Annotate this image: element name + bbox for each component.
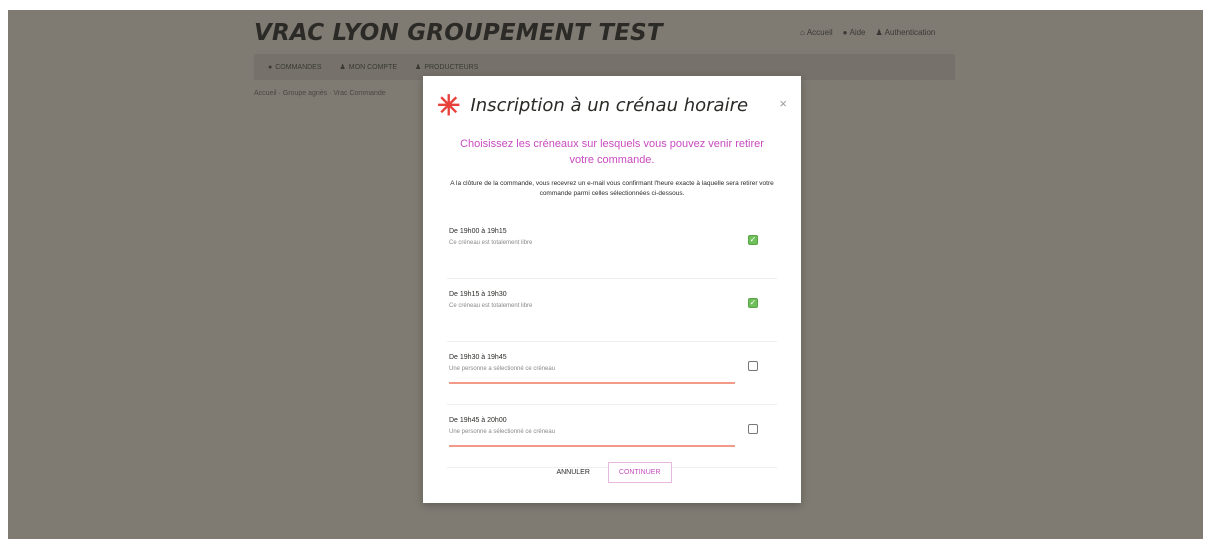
- top-links: ⌂ Accueil ● Aide ♟ Authentication: [800, 28, 935, 37]
- slot-checkbox[interactable]: [748, 424, 758, 434]
- slot-item: De 19h15 à 19h30 Ce créneau est totaleme…: [447, 279, 777, 342]
- nav-item-commandes[interactable]: ● COMMANDES: [268, 64, 322, 71]
- slot-info: Une personne a sélectionné ce créneau: [449, 366, 556, 372]
- top-link-help[interactable]: ● Aide: [843, 28, 866, 37]
- slot-progress: [449, 382, 735, 384]
- modal-intro: A la clôture de la commande, vous recevr…: [450, 180, 774, 197]
- cart-icon: ●: [268, 63, 273, 71]
- modal-header: ✳ Inscription à un crénau horaire ×: [437, 90, 787, 120]
- slot-time: De 19h30 à 19h45: [449, 354, 507, 361]
- user-icon: ♟: [339, 64, 346, 71]
- slot-item: De 19h30 à 19h45 Une personne a sélectio…: [447, 342, 777, 405]
- site-title: VRAC LYON GROUPEMENT TEST: [254, 20, 663, 46]
- nav-item-mon-compte[interactable]: ♟ MON COMPTE: [340, 63, 398, 71]
- slot-info: Ce créneau est totalement libre: [449, 303, 533, 309]
- asterisk-icon: ✳: [437, 90, 461, 121]
- slot-checkbox[interactable]: [748, 361, 758, 371]
- slot-info: Une personne a sélectionné ce créneau: [449, 429, 556, 435]
- top-link-auth[interactable]: ♟ Authentication: [876, 28, 936, 37]
- slot-progress: [449, 445, 735, 447]
- timeslot-modal: ✳ Inscription à un crénau horaire × Choi…: [423, 76, 801, 503]
- user-icon: ♟: [875, 28, 883, 37]
- slot-checkbox[interactable]: [748, 235, 758, 245]
- continue-button[interactable]: CONTINUER: [607, 462, 672, 483]
- close-icon[interactable]: ×: [779, 96, 787, 111]
- slot-info: Ce créneau est totalement libre: [449, 240, 533, 246]
- modal-subtitle: Choisissez les créneaux sur lesquels vou…: [460, 138, 764, 166]
- slot-list: De 19h00 à 19h15 Ce créneau est totaleme…: [447, 216, 777, 468]
- slot-item: De 19h00 à 19h15 Ce créneau est totaleme…: [447, 216, 777, 279]
- modal-footer: ANNULER CONTINUER: [423, 462, 801, 483]
- slot-checkbox[interactable]: [748, 298, 758, 308]
- slot-time: De 19h00 à 19h15: [449, 228, 507, 235]
- home-icon: ⌂: [800, 28, 805, 37]
- slot-time: De 19h15 à 19h30: [449, 291, 507, 298]
- user-icon: ♟: [415, 64, 422, 71]
- slot-time: De 19h45 à 20h00: [449, 417, 507, 424]
- modal-title: Inscription à un crénau horaire: [470, 94, 749, 116]
- cancel-button[interactable]: ANNULER: [552, 463, 593, 482]
- top-link-home[interactable]: ⌂ Accueil: [800, 28, 833, 37]
- slot-item: De 19h45 à 20h00 Une personne a sélectio…: [447, 405, 777, 468]
- breadcrumb: Accueil · Groupe agnès · Vrac Commande: [254, 90, 386, 97]
- help-icon: ●: [842, 28, 848, 37]
- nav-item-producteurs[interactable]: ♟ PRODUCTEURS: [415, 63, 478, 71]
